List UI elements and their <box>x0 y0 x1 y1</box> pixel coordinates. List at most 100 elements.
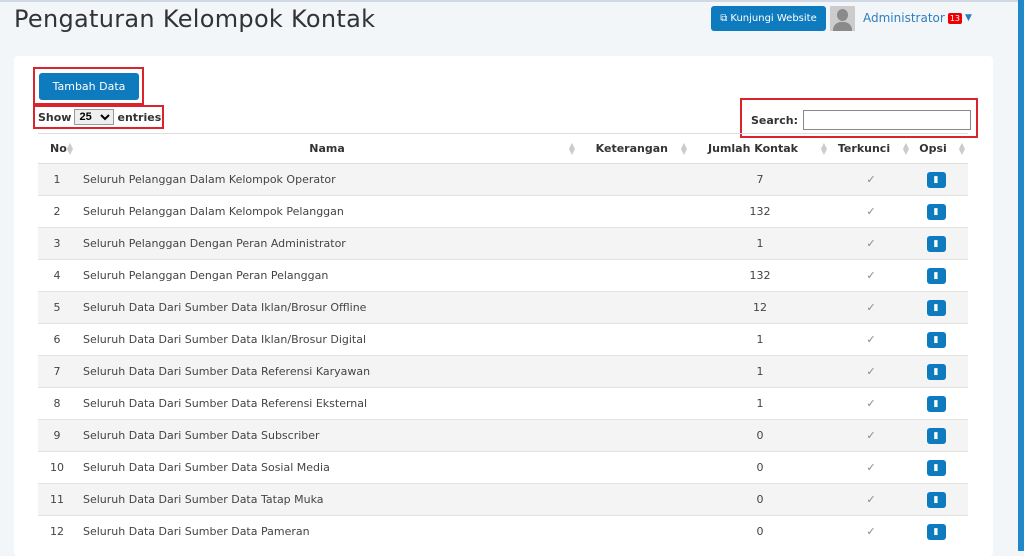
user-menu[interactable]: Administrator 13 ▼ <box>863 11 972 25</box>
contact-group-table: No ▲ ▼ Nama ▲ ▼ Keterangan ▲ ▼ Jumlah Kontak ▲ ▼ Ter… <box>38 133 968 548</box>
edit-book-icon[interactable]: ▮ <box>926 523 946 540</box>
row-contact-count: 0 <box>690 419 830 452</box>
row-locked-check-icon: ✓ <box>830 451 912 484</box>
row-name: Seluruh Data Dari Sumber Data Sosial Med… <box>76 451 578 484</box>
row-contact-count: 1 <box>690 227 830 260</box>
table-row: 5 Seluruh Data Dari Sumber Data Iklan/Bro… <box>38 291 968 324</box>
search-label: Search: <box>751 113 798 127</box>
row-description <box>578 387 690 420</box>
row-description <box>578 323 690 356</box>
table-row: 1 Seluruh Pelanggan Dalam Kelompok Operat… <box>38 163 968 196</box>
sort-icon: ▲ ▼ <box>902 141 909 156</box>
edit-book-icon[interactable]: ▮ <box>926 331 946 348</box>
table-row: 4 Seluruh Pelanggan Dengan Peran Pelangga… <box>38 259 968 292</box>
add-data-button[interactable]: Tambah Data <box>39 73 139 100</box>
row-number: 8 <box>38 387 76 420</box>
row-locked-check-icon: ✓ <box>830 419 912 452</box>
table-row: 7 Seluruh Data Dari Sumber Data Referensi… <box>38 355 968 388</box>
sort-icon: ▲ ▼ <box>66 141 73 156</box>
row-number: 11 <box>38 483 76 516</box>
row-name: Seluruh Pelanggan Dengan Peran Pelanggan <box>76 259 578 292</box>
table-row: 3 Seluruh Pelanggan Dengan Peran Administ… <box>38 227 968 260</box>
edit-book-icon[interactable]: ▮ <box>926 203 946 220</box>
row-description <box>578 163 690 196</box>
sort-icon: ▲ ▼ <box>958 141 965 156</box>
edit-book-icon[interactable]: ▮ <box>926 299 946 316</box>
edit-book-icon[interactable]: ▮ <box>926 427 946 444</box>
row-contact-count: 0 <box>690 483 830 516</box>
edit-book-icon[interactable]: ▮ <box>926 363 946 380</box>
edit-book-icon[interactable]: ▮ <box>926 235 946 252</box>
column-header[interactable]: Keterangan ▲ ▼ <box>578 133 690 164</box>
column-header-label: Keterangan <box>595 142 668 155</box>
row-description <box>578 355 690 388</box>
row-name: Seluruh Data Dari Sumber Data Iklan/Bros… <box>76 323 578 356</box>
column-header-label: Opsi <box>919 142 947 155</box>
table-row: 8 Seluruh Data Dari Sumber Data Referensi… <box>38 387 968 420</box>
row-number: 4 <box>38 259 76 292</box>
row-description <box>578 451 690 484</box>
row-name: Seluruh Pelanggan Dalam Kelompok Pelangg… <box>76 195 578 228</box>
table-row: 9 Seluruh Data Dari Sumber Data Subscribe… <box>38 419 968 452</box>
notification-badge: 13 <box>947 12 962 24</box>
column-header-label: Terkunci <box>837 142 891 155</box>
row-locked-check-icon: ✓ <box>830 163 912 196</box>
table-row: 6 Seluruh Data Dari Sumber Data Iklan/Bro… <box>38 323 968 356</box>
row-name: Seluruh Data Dari Sumber Data Subscriber <box>76 419 578 452</box>
column-header[interactable]: No ▲ ▼ <box>38 133 76 164</box>
edit-book-icon[interactable]: ▮ <box>926 171 946 188</box>
row-locked-check-icon: ✓ <box>830 227 912 260</box>
visit-website-button[interactable]: ⧉ Kunjungi Website <box>711 6 826 31</box>
column-header-label: No <box>50 142 67 155</box>
row-number: 7 <box>38 355 76 388</box>
column-header[interactable]: Jumlah Kontak ▲ ▼ <box>690 133 830 164</box>
edit-book-icon[interactable]: ▮ <box>926 491 946 508</box>
edit-book-icon[interactable]: ▮ <box>926 267 946 284</box>
row-contact-count: 132 <box>690 259 830 292</box>
row-contact-count: 1 <box>690 387 830 420</box>
entries-label: entries <box>117 110 162 124</box>
scrollbar[interactable] <box>1018 0 1024 551</box>
row-contact-count: 0 <box>690 451 830 484</box>
row-name: Seluruh Data Dari Sumber Data Tatap Muka <box>76 483 578 516</box>
column-header-label: Jumlah Kontak <box>708 142 798 155</box>
row-number: 10 <box>38 451 76 484</box>
avatar[interactable] <box>830 6 855 31</box>
sort-icon: ▲ ▼ <box>820 141 827 156</box>
search-box: Search: <box>751 110 971 130</box>
row-contact-count: 1 <box>690 323 830 356</box>
user-name: Administrator <box>863 11 945 25</box>
row-description <box>578 259 690 292</box>
top-border <box>0 0 1024 2</box>
row-locked-check-icon: ✓ <box>830 387 912 420</box>
row-locked-check-icon: ✓ <box>830 291 912 324</box>
show-label: Show <box>38 110 72 124</box>
search-input[interactable] <box>802 110 971 130</box>
row-description <box>578 227 690 260</box>
column-header[interactable]: Opsi ▲ ▼ <box>912 133 968 164</box>
entries-select[interactable]: 25 <box>74 109 115 125</box>
table-row: 12 Seluruh Data Dari Sumber Data Pameran 0… <box>38 515 968 548</box>
edit-book-icon[interactable]: ▮ <box>926 395 946 412</box>
row-number: 12 <box>38 515 76 548</box>
table-row: 2 Seluruh Pelanggan Dalam Kelompok Pelang… <box>38 195 968 228</box>
column-header[interactable]: Nama ▲ ▼ <box>76 133 578 164</box>
row-locked-check-icon: ✓ <box>830 195 912 228</box>
row-description <box>578 419 690 452</box>
row-number: 1 <box>38 163 76 196</box>
row-locked-check-icon: ✓ <box>830 323 912 356</box>
row-number: 5 <box>38 291 76 324</box>
caret-down-icon: ▼ <box>965 13 972 23</box>
column-header[interactable]: Terkunci ▲ ▼ <box>830 133 912 164</box>
row-contact-count: 0 <box>690 515 830 548</box>
sort-icon: ▲ ▼ <box>568 141 575 156</box>
row-name: Seluruh Pelanggan Dengan Peran Administr… <box>76 227 578 260</box>
row-number: 6 <box>38 323 76 356</box>
row-name: Seluruh Data Dari Sumber Data Pameran <box>76 515 578 548</box>
row-name: Seluruh Data Dari Sumber Data Iklan/Bros… <box>76 291 578 324</box>
visit-website-label: Kunjungi Website <box>730 13 817 24</box>
sort-icon: ▲ ▼ <box>680 141 687 156</box>
edit-book-icon[interactable]: ▮ <box>926 459 946 476</box>
entries-length: Show 25 entries <box>38 109 161 125</box>
row-name: Seluruh Data Dari Sumber Data Referensi … <box>76 387 578 420</box>
